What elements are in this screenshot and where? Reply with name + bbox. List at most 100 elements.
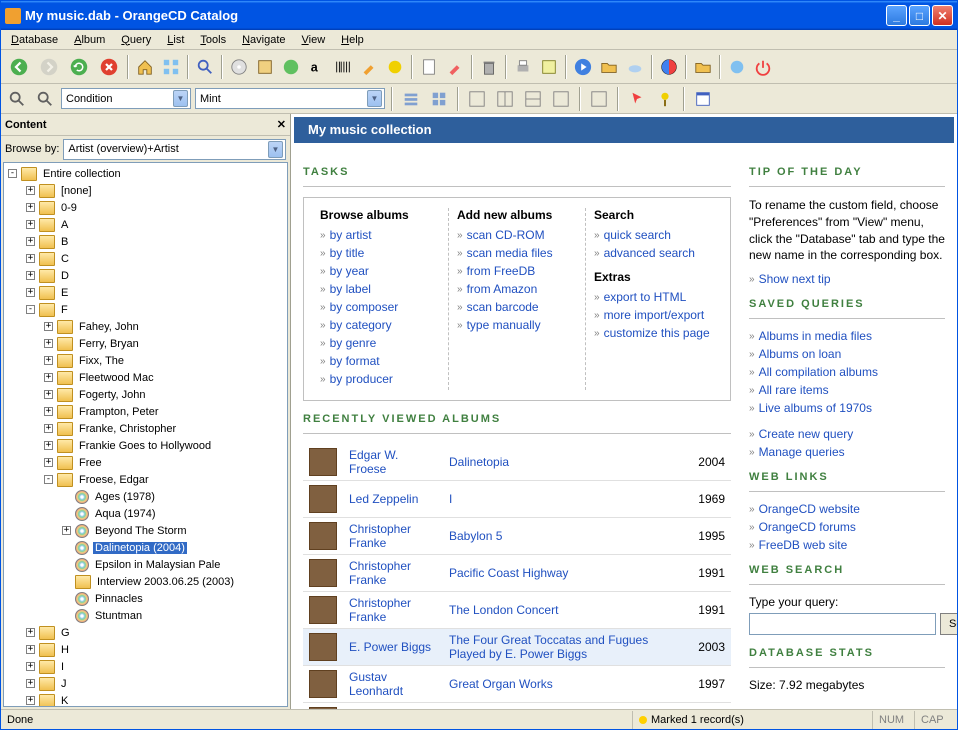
tree-node[interactable]: +Fleetwood Mac [4, 369, 287, 386]
view-list-button[interactable] [399, 87, 423, 111]
tree-twister[interactable]: + [26, 696, 35, 705]
browse-link[interactable]: by producer [330, 372, 393, 386]
browse-by-combo[interactable]: Artist (overview)+Artist ▼ [63, 139, 286, 160]
tree-twister[interactable]: + [44, 373, 53, 382]
tree-twister[interactable]: + [44, 356, 53, 365]
filter-field-combo[interactable]: Condition ▼ [61, 88, 191, 109]
tree-twister[interactable]: + [62, 526, 71, 535]
menu-album[interactable]: Album [66, 32, 113, 48]
tree-twister[interactable]: + [44, 458, 53, 467]
tree-node[interactable]: Dalinetopia (2004) [4, 539, 287, 556]
tree-twister[interactable] [62, 543, 71, 552]
tree-twister[interactable] [62, 594, 71, 603]
extras-link[interactable]: more import/export [604, 308, 705, 322]
saved-query-link[interactable]: All rare items [759, 383, 829, 397]
tree-node[interactable]: +Frampton, Peter [4, 403, 287, 420]
tree-twister[interactable]: + [44, 407, 53, 416]
saved-extra-link[interactable]: Create new query [759, 427, 854, 441]
cursor-button[interactable] [625, 87, 649, 111]
table-row[interactable]: Christopher FrankeBabylon 51995 [303, 518, 731, 555]
thumbnails-button[interactable] [159, 55, 183, 79]
pin-button[interactable] [653, 87, 677, 111]
add-link[interactable]: from Amazon [467, 282, 538, 296]
tree-node[interactable]: +I [4, 658, 287, 675]
tree-node[interactable]: +Fahey, John [4, 318, 287, 335]
exit-button[interactable] [751, 55, 775, 79]
recent-album-link[interactable]: Dalinetopia [449, 455, 509, 469]
tree-twister[interactable] [62, 611, 71, 620]
table-row[interactable]: E. Power BiggsThe Four Great Toccatas an… [303, 629, 731, 666]
add-link[interactable]: scan barcode [467, 300, 539, 314]
weblink-link[interactable]: OrangeCD forums [759, 520, 856, 534]
home-button[interactable] [133, 55, 157, 79]
search-link[interactable]: quick search [604, 228, 671, 242]
print-button[interactable] [511, 55, 535, 79]
tree-twister[interactable]: + [26, 628, 35, 637]
amazon-button[interactable]: a [305, 55, 329, 79]
zoom-out-button[interactable] [33, 87, 57, 111]
browse-link[interactable]: by genre [330, 336, 377, 350]
saved-query-link[interactable]: Albums in media files [759, 329, 872, 343]
show-next-tip-link[interactable]: Show next tip [759, 272, 831, 286]
tree-twister[interactable]: + [26, 679, 35, 688]
search-link[interactable]: advanced search [604, 246, 695, 260]
menu-tools[interactable]: Tools [192, 32, 234, 48]
tree-twister[interactable]: - [26, 305, 35, 314]
tree-twister[interactable]: + [26, 203, 35, 212]
tree-twister[interactable]: + [44, 390, 53, 399]
tree-node[interactable]: +Beyond The Storm [4, 522, 287, 539]
tree-twister[interactable]: + [26, 220, 35, 229]
table-row[interactable]: Gustav LeonhardtGreat Organ Works1997 [303, 666, 731, 703]
saved-query-link[interactable]: Live albums of 1970s [759, 401, 872, 415]
play-button[interactable] [571, 55, 595, 79]
recent-album-link[interactable]: The Four Great Toccatas and Fugues Playe… [449, 633, 648, 661]
menu-help[interactable]: Help [333, 32, 372, 48]
cloud-button[interactable] [623, 55, 647, 79]
recent-artist-link[interactable]: Edgar W. Froese [349, 448, 398, 476]
color-button[interactable] [657, 55, 681, 79]
browse-link[interactable]: by category [330, 318, 392, 332]
tree-twister[interactable] [62, 509, 71, 518]
add-link[interactable]: scan media files [467, 246, 553, 260]
layout1-button[interactable] [465, 87, 489, 111]
tree-node[interactable]: +D [4, 267, 287, 284]
layout4-button[interactable] [549, 87, 573, 111]
tree-twister[interactable]: + [44, 424, 53, 433]
menu-list[interactable]: List [159, 32, 192, 48]
manual-button[interactable] [357, 55, 381, 79]
menu-query[interactable]: Query [113, 32, 159, 48]
tree-twister[interactable]: - [8, 169, 17, 178]
websearch-input[interactable] [749, 613, 936, 635]
extras-link[interactable]: customize this page [604, 326, 710, 340]
tree-node[interactable]: Epsilon in Malaysian Pale [4, 556, 287, 573]
filter-value-combo[interactable]: Mint ▼ [195, 88, 385, 109]
tree-node[interactable]: +C [4, 250, 287, 267]
recent-artist-link[interactable]: Christopher Franke [349, 596, 411, 624]
tree-node[interactable]: +Ferry, Bryan [4, 335, 287, 352]
weblink-link[interactable]: OrangeCD website [759, 502, 860, 516]
tree-node[interactable]: +Free [4, 454, 287, 471]
table-row[interactable]: Edgar W. FroeseDalinetopia2004 [303, 444, 731, 481]
tree-view[interactable]: -Entire collection+[none]+0-9+A+B+C+D+E-… [3, 162, 288, 707]
recent-album-link[interactable]: Pacific Coast Highway [449, 566, 568, 580]
tree-node[interactable]: +Franke, Christopher [4, 420, 287, 437]
table-row[interactable]: The AnimalsThe Best Of [303, 703, 731, 710]
layout2-button[interactable] [493, 87, 517, 111]
barcode-button[interactable] [331, 55, 355, 79]
recent-album-link[interactable]: Great Organ Works [449, 677, 553, 691]
back-button[interactable] [5, 53, 33, 81]
tree-twister[interactable]: + [44, 322, 53, 331]
add-link[interactable]: type manually [467, 318, 541, 332]
table-row[interactable]: Christopher FrankeThe London Concert1991 [303, 592, 731, 629]
recent-artist-link[interactable]: Christopher Franke [349, 522, 411, 550]
layout3-button[interactable] [521, 87, 545, 111]
tree-node[interactable]: Aqua (1974) [4, 505, 287, 522]
export-button[interactable] [537, 55, 561, 79]
folder2-button[interactable] [691, 55, 715, 79]
tree-node[interactable]: +E [4, 284, 287, 301]
tree-node[interactable]: +G [4, 624, 287, 641]
edit-button[interactable] [443, 55, 467, 79]
recent-artist-link[interactable]: Led Zeppelin [349, 492, 418, 506]
tree-twister[interactable] [62, 577, 71, 586]
tree-node[interactable]: +A [4, 216, 287, 233]
